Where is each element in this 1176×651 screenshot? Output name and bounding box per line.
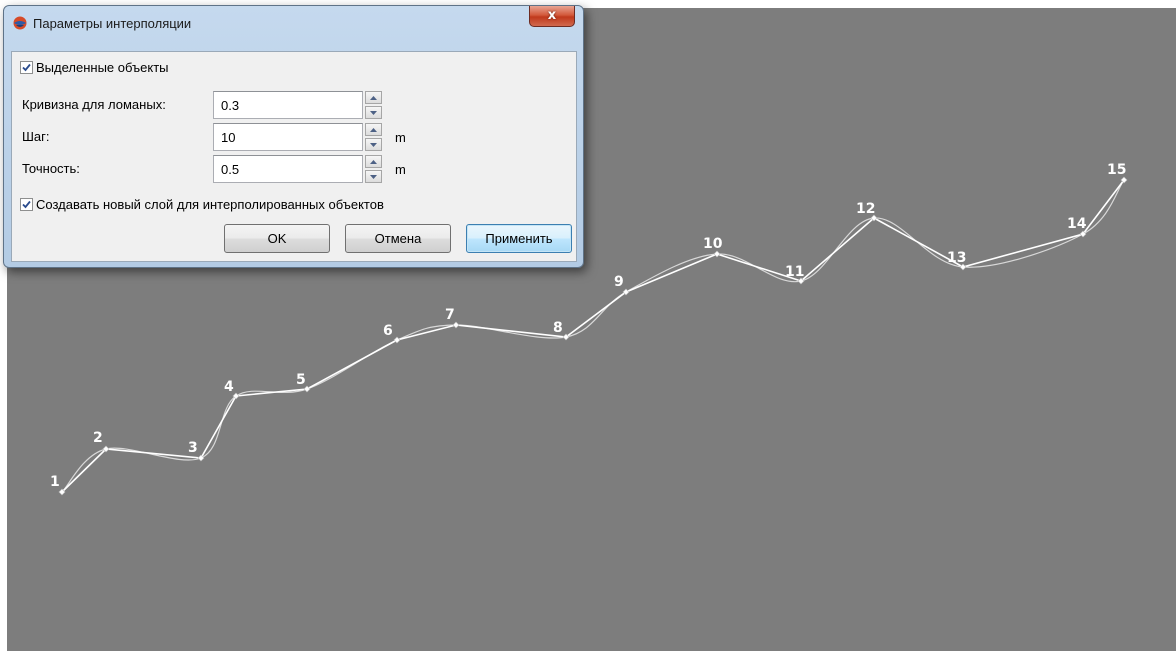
precision-spinner[interactable] <box>365 155 382 183</box>
vertex-label: 2 <box>93 430 103 446</box>
selected-objects-checkbox[interactable]: Выделенные объекты <box>20 60 169 75</box>
arrow-down-icon <box>370 174 377 179</box>
vertex-label: 10 <box>703 236 723 252</box>
spin-up-button[interactable] <box>365 123 382 136</box>
vertex-label: 3 <box>188 440 198 456</box>
app-logo-icon <box>13 16 27 30</box>
step-label: Шаг: <box>22 129 50 144</box>
precision-unit: m <box>395 162 406 177</box>
new-layer-checkbox[interactable]: Создавать новый слой для интерполированн… <box>20 197 384 212</box>
vertex-marker[interactable] <box>393 336 401 344</box>
checkbox-box[interactable] <box>20 198 33 211</box>
arrow-up-icon <box>370 159 377 164</box>
vertex-label: 6 <box>383 323 393 339</box>
vertex-label: 8 <box>553 320 563 336</box>
vertex-label: 12 <box>856 201 875 217</box>
step-spinner[interactable] <box>365 123 382 151</box>
vertex-label: 1 <box>50 474 60 490</box>
step-unit: m <box>395 130 406 145</box>
selected-objects-label: Выделенные объекты <box>36 60 169 75</box>
vertex-label: 7 <box>445 307 455 323</box>
arrow-down-icon <box>370 142 377 147</box>
spin-down-button[interactable] <box>365 138 382 151</box>
checkmark-icon <box>22 200 31 209</box>
apply-button[interactable]: Применить <box>466 224 572 253</box>
spin-down-button[interactable] <box>365 106 382 119</box>
precision-input[interactable] <box>213 155 363 183</box>
step-input[interactable] <box>213 123 363 151</box>
arrow-down-icon <box>370 110 377 115</box>
spin-up-button[interactable] <box>365 155 382 168</box>
spin-up-button[interactable] <box>365 91 382 104</box>
vertex-label: 5 <box>296 372 306 388</box>
close-icon: x <box>547 8 557 23</box>
new-layer-label: Создавать новый слой для интерполированн… <box>36 197 384 212</box>
dialog-title: Параметры интерполяции <box>33 16 192 31</box>
precision-label: Точность: <box>22 161 80 176</box>
vertex-label: 11 <box>785 264 804 280</box>
checkbox-box[interactable] <box>20 61 33 74</box>
arrow-up-icon <box>370 127 377 132</box>
dialog-body: Выделенные объекты Кривизна для ломаных:… <box>11 51 577 262</box>
vertex-label: 9 <box>614 274 624 290</box>
interpolation-dialog: Параметры интерполяции x Выделенные объе… <box>3 5 584 268</box>
close-button[interactable]: x <box>529 6 575 27</box>
vertex-label: 14 <box>1067 216 1087 232</box>
ok-button[interactable]: OK <box>224 224 330 253</box>
vertex-label: 13 <box>947 250 966 266</box>
curvature-input[interactable] <box>213 91 363 119</box>
cancel-button[interactable]: Отмена <box>345 224 451 253</box>
dialog-titlebar[interactable]: Параметры интерполяции x <box>4 6 583 36</box>
vertex-label: 4 <box>224 379 234 395</box>
spin-down-button[interactable] <box>365 170 382 183</box>
arrow-up-icon <box>370 95 377 100</box>
checkmark-icon <box>22 63 31 72</box>
curvature-spinner[interactable] <box>365 91 382 119</box>
curvature-label: Кривизна для ломаных: <box>22 97 166 112</box>
vertex-label: 15 <box>1107 162 1126 178</box>
